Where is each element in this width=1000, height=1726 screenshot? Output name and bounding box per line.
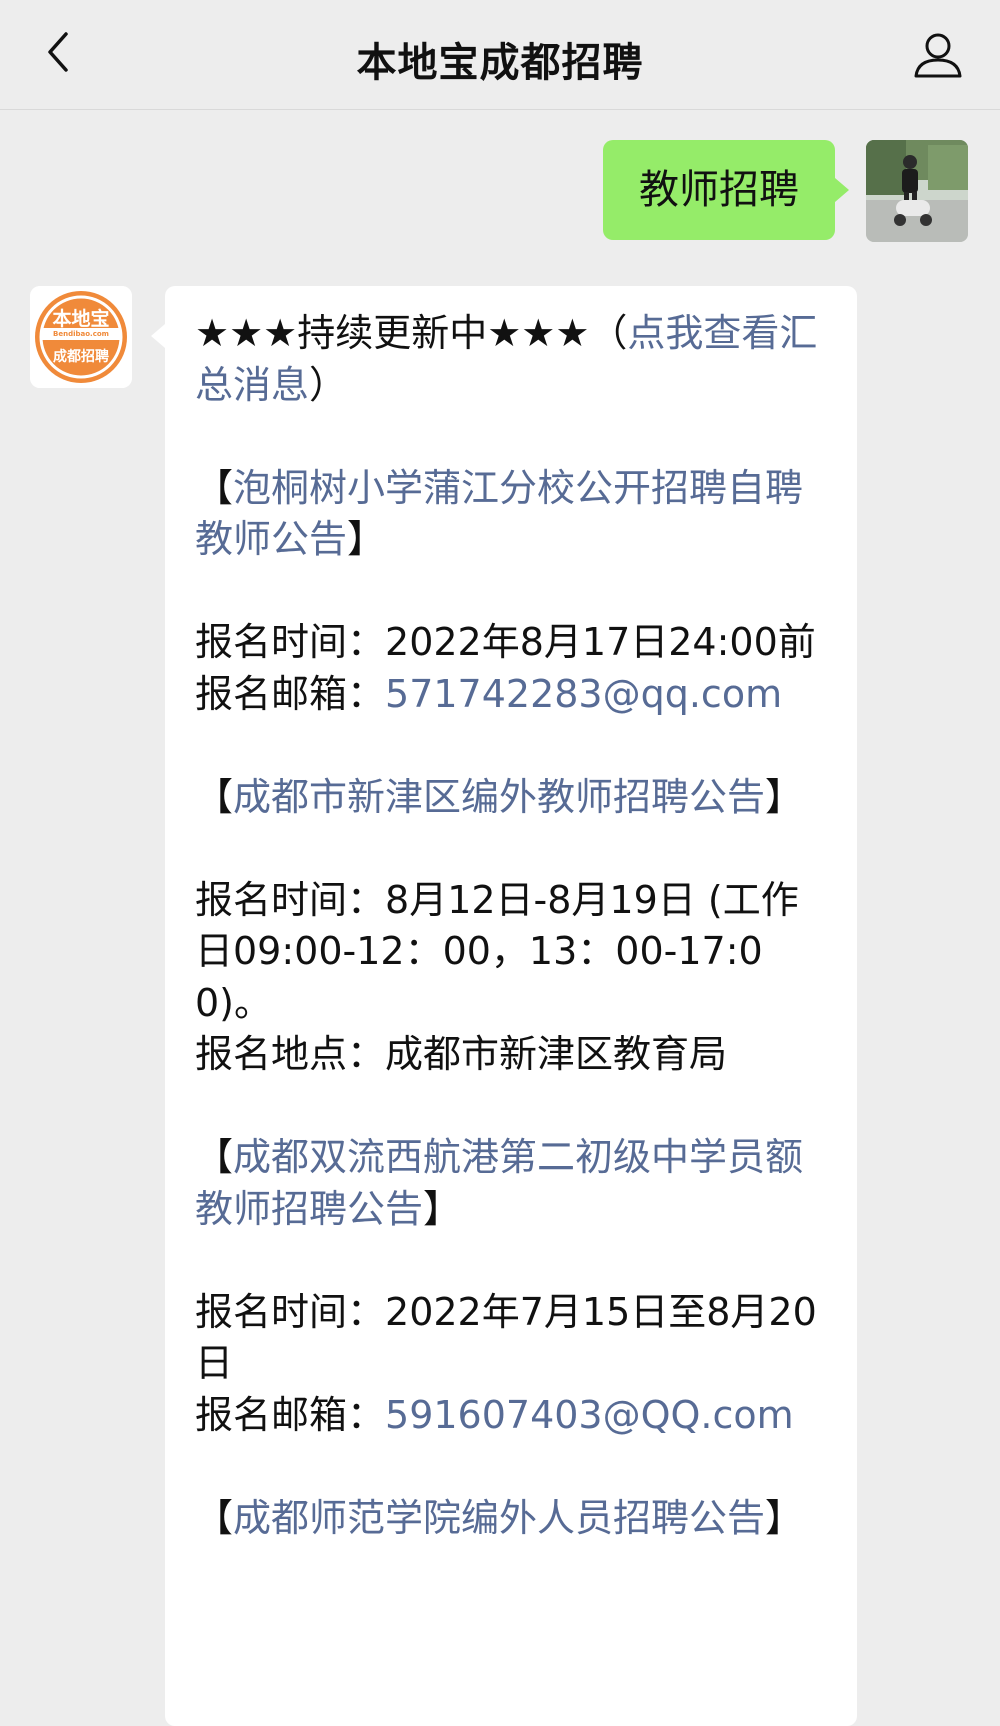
message-body: ★★★持续更新中★★★（点我查看汇总消息） 【泡桐树小学蒲江分校公开招聘自聘教师… xyxy=(195,308,827,1544)
bot-avatar-logo-text: 本地宝 xyxy=(52,308,110,330)
bracket-close: 】 xyxy=(423,1186,462,1231)
intro-line: ★★★持续更新中★★★（点我查看汇总消息） xyxy=(195,308,827,411)
profile-button[interactable] xyxy=(908,26,968,86)
bracket-close: 】 xyxy=(765,1495,804,1540)
bracket-open: 【 xyxy=(195,465,234,510)
label: 报名地点： xyxy=(195,1032,386,1076)
notice-2-location: 报名地点：成都市新津区教育局 xyxy=(195,1029,827,1081)
label: 报名邮箱： xyxy=(195,1392,386,1437)
notice-3-title: 【成都双流西航港第二初级中学员额教师招聘公告】 xyxy=(195,1132,827,1235)
notice-4-title: 【成都师范学院编外人员招聘公告】 xyxy=(195,1493,827,1545)
user-avatar[interactable] xyxy=(866,140,968,242)
notice-1-link[interactable]: 泡桐树小学蒲江分校公开招聘自聘教师公告 xyxy=(195,466,803,562)
notice-1-time: 报名时间：2022年8月17日24:00前 xyxy=(195,617,827,669)
notice-3-time: 报名时间：2022年7月15日至8月20日 xyxy=(195,1287,827,1390)
label: 报名时间： xyxy=(195,620,386,664)
bot-avatar-domain-text: Bendibao.com xyxy=(53,330,109,338)
email-link[interactable]: 591607403@QQ.com xyxy=(385,1393,794,1437)
bracket-open: 【 xyxy=(195,1135,234,1179)
notice-4-link[interactable]: 成都师范学院编外人员招聘公告 xyxy=(233,1496,765,1540)
intro-text: ★★★持续更新中★★★（ xyxy=(195,311,628,355)
value: 成都市新津区教育局 xyxy=(385,1032,728,1076)
bracket-close: 】 xyxy=(347,517,386,561)
label: 报名时间： xyxy=(195,877,386,922)
page-title: 本地宝成都招聘 xyxy=(356,40,644,86)
bracket-close: 】 xyxy=(765,774,804,819)
user-avatar-photo xyxy=(866,140,968,242)
notice-2-time: 报名时间：8月12日-8月19日 (工作日09:00-12：00，13：00-1… xyxy=(195,875,827,1030)
incoming-message-bubble[interactable]: ★★★持续更新中★★★（点我查看汇总消息） 【泡桐树小学蒲江分校公开招聘自聘教师… xyxy=(151,286,857,1726)
nav-bar: 本地宝成都招聘 xyxy=(0,0,1000,110)
notice-2-title: 【成都市新津区编外教师招聘公告】 xyxy=(195,772,827,824)
notice-3-email: 报名邮箱：591607403@QQ.com xyxy=(195,1390,827,1442)
notice-1-email: 报名邮箱：571742283@qq.com xyxy=(195,669,827,721)
notice-2-link[interactable]: 成都市新津区编外教师招聘公告 xyxy=(233,775,765,819)
value: 2022年8月17日24:00前 xyxy=(385,620,816,664)
email-link[interactable]: 571742283@qq.com xyxy=(385,672,782,716)
intro-close: ） xyxy=(309,362,348,407)
bot-avatar-sub-text: 成都招聘 xyxy=(53,349,109,365)
bracket-open: 【 xyxy=(195,774,234,819)
outgoing-message-text: 教师招聘 xyxy=(639,167,799,213)
notice-3-link[interactable]: 成都双流西航港第二初级中学员额教师招聘公告 xyxy=(195,1135,803,1231)
label: 报名邮箱： xyxy=(195,671,386,716)
notice-1-title: 【泡桐树小学蒲江分校公开招聘自聘教师公告】 xyxy=(195,463,827,566)
bracket-open: 【 xyxy=(195,1495,234,1540)
label: 报名时间： xyxy=(195,1289,386,1334)
outgoing-message-bubble[interactable]: 教师招聘 xyxy=(603,140,849,240)
person-icon xyxy=(914,33,962,78)
bot-avatar[interactable]: 本地宝 Bendibao.com 成都招聘 xyxy=(30,286,132,388)
